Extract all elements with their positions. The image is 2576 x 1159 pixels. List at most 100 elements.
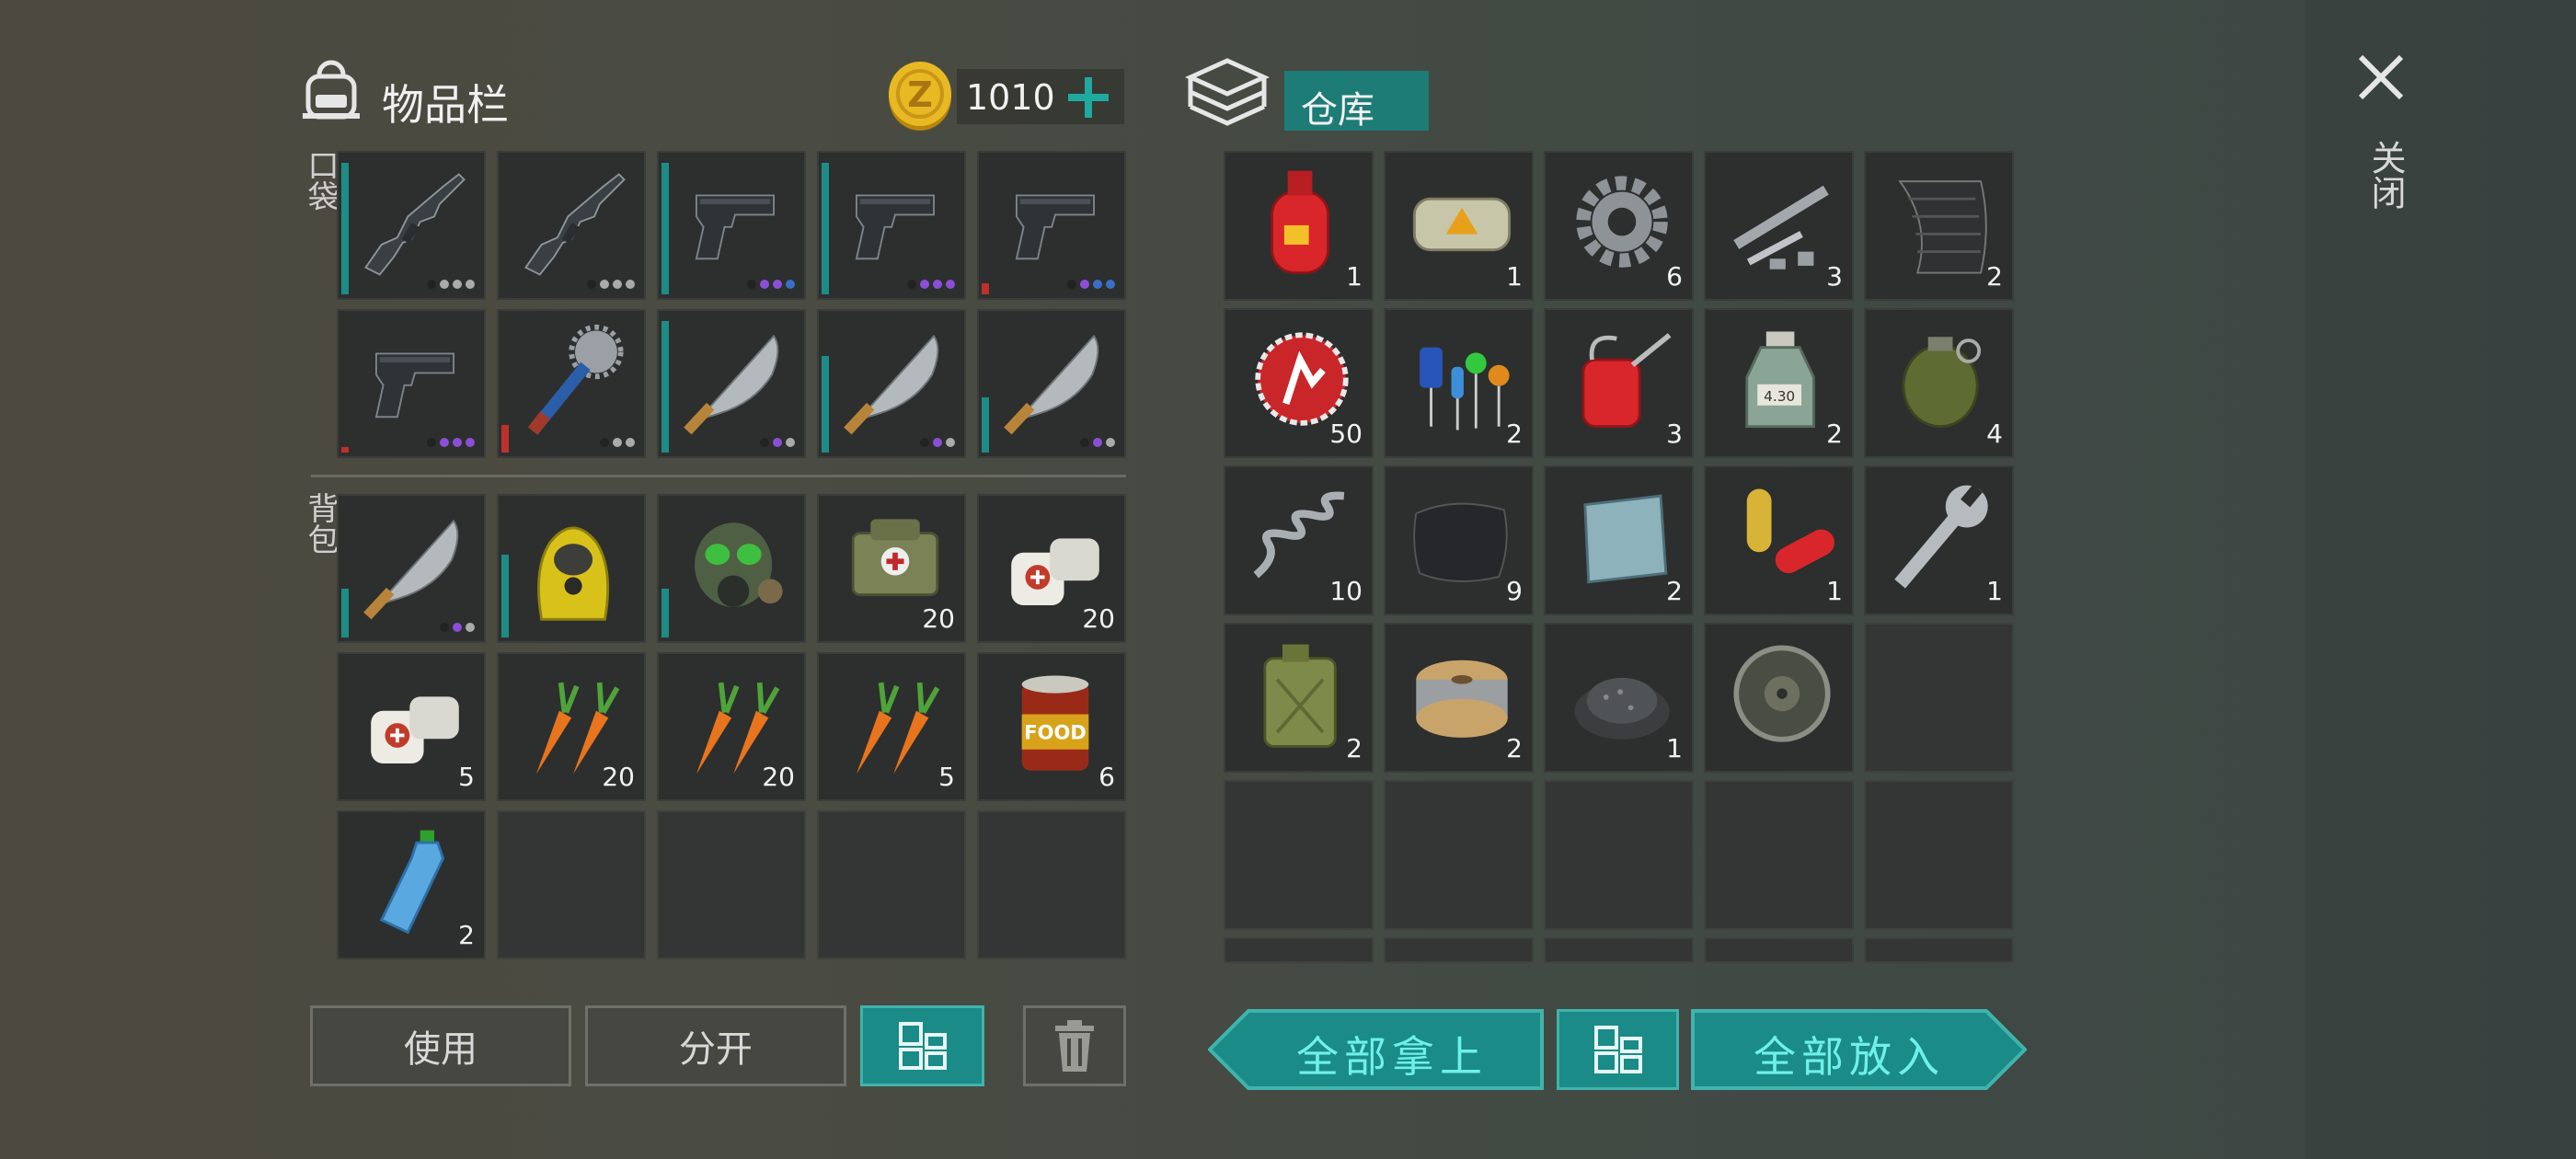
pocket-slot[interactable] [497,151,646,300]
side-panel [2305,0,2576,1159]
storage-slot[interactable] [1544,937,1694,963]
use-button[interactable]: 使用 [310,1005,571,1086]
pistol-icon [835,164,955,283]
upgrade-dot [786,438,795,447]
add-coins-button[interactable] [1063,72,1114,123]
sort-inventory-button[interactable] [860,1005,984,1086]
grid-icon [1593,1026,1642,1073]
pocket-slot[interactable] [657,151,806,300]
storage-slot[interactable]: 10 [1224,465,1374,615]
backpack-slot[interactable]: 2 [337,810,486,959]
storage-slot[interactable]: 2 [1544,465,1694,615]
pocket-slot[interactable] [977,309,1126,458]
upgrade-dot [613,438,622,447]
storage-slot[interactable] [1704,623,1854,773]
sort-storage-button[interactable] [1557,1009,1679,1090]
backpack-slot[interactable]: 20 [817,494,966,643]
backpack-slot[interactable] [977,810,1126,959]
backpack-slot[interactable]: 20 [657,652,806,801]
put-all-button[interactable]: 全部放入 [1691,1009,2027,1090]
storage-slot[interactable] [1224,937,1374,963]
machete-icon [355,507,475,626]
storage-slot[interactable]: 1 [1704,465,1854,615]
backpack-slot[interactable]: 5 [817,652,966,801]
item-quantity: 1 [1506,261,1523,292]
item-quantity: 2 [1506,419,1523,449]
saw-club-icon [515,322,635,442]
storage-slot[interactable]: 1 [1544,623,1694,773]
backpack-slot[interactable]: 5 [337,652,486,801]
backpack-slot[interactable] [657,810,806,959]
storage-slot[interactable]: 1 [1224,151,1374,301]
pocket-slot[interactable] [657,309,806,458]
storage-slot[interactable] [1544,780,1694,930]
upgrade-dot [773,280,782,289]
storage-slot[interactable]: 3 [1704,151,1854,301]
storage-slot[interactable] [1704,937,1854,963]
upgrade-dots [600,438,635,447]
close-label[interactable]: 关闭 [2361,140,2411,210]
upgrade-dot [427,438,436,447]
storage-slot[interactable]: 2 [1384,308,1534,458]
storage-slot[interactable]: 4.30 2 [1704,308,1854,458]
split-button[interactable]: 分开 [585,1005,846,1086]
upgrade-dot [440,438,449,447]
storage-slot[interactable] [1384,937,1534,963]
backpack-slot[interactable] [497,494,646,643]
close-icon[interactable] [2355,52,2407,103]
leather-icon [1402,478,1522,598]
storage-slot[interactable] [1864,937,2014,963]
pocket-slot[interactable] [337,151,486,300]
storage-slot[interactable]: 1 [1864,465,2014,615]
durability-bar [982,283,989,294]
svg-text:4.30: 4.30 [1764,388,1795,405]
gear-icon [1562,164,1682,283]
jerrycan-icon [1242,636,1362,755]
pocket-slot[interactable] [337,309,486,458]
carrot-icon [835,665,955,785]
backpack-slot[interactable]: 20 [977,494,1126,643]
backpack-icon [299,60,363,124]
backpack-slot[interactable] [497,810,646,959]
storage-slot[interactable]: 50 [1224,308,1374,458]
upgrade-dots [920,438,955,447]
gunpowder-icon [1562,636,1682,755]
pocket-slot[interactable] [817,151,966,300]
backpack-slot[interactable] [657,494,806,643]
storage-slot[interactable]: 2 [1864,151,2014,301]
backpack-slot[interactable] [337,494,486,643]
backpack-slot[interactable]: 20 [497,652,646,801]
take-all-button[interactable]: 全部拿上 [1208,1009,1544,1090]
storage-slot[interactable] [1864,780,2014,930]
rifle-icon [515,164,635,283]
storage-slot[interactable]: 4 [1864,308,2014,458]
backpack-slot[interactable] [817,810,966,959]
upgrade-dot [786,280,795,289]
backpack-slot[interactable]: FOOD 6 [977,652,1126,801]
storage-slot[interactable] [1864,623,2014,773]
storage-slot[interactable] [1704,780,1854,930]
storage-slot[interactable]: 1 [1384,151,1534,301]
pocket-label: 口袋 [302,149,339,212]
grid-icon [898,1022,947,1070]
upgrade-dot [600,280,609,289]
item-quantity: 6 [1098,762,1115,792]
upgrade-dot [440,280,449,289]
upgrade-dots [760,438,795,447]
pocket-slot[interactable] [497,309,646,458]
storage-slot[interactable]: 2 [1224,623,1374,773]
explosive-block-icon [1402,164,1522,283]
storage-slot[interactable]: 6 [1544,151,1694,301]
storage-slot[interactable] [1384,780,1534,930]
storage-slot[interactable]: 2 [1384,623,1534,773]
storage-slot[interactable]: 3 [1544,308,1694,458]
item-quantity: 2 [1506,733,1523,763]
upgrade-dots [1080,438,1115,447]
trash-button[interactable] [1023,1005,1126,1086]
pistol-icon [675,164,795,283]
storage-slot[interactable]: 9 [1384,465,1534,615]
storage-slot[interactable] [1224,780,1374,930]
pocket-slot[interactable] [977,151,1126,300]
pocket-slot[interactable] [817,309,966,458]
gas-cylinder-icon [1242,164,1362,283]
